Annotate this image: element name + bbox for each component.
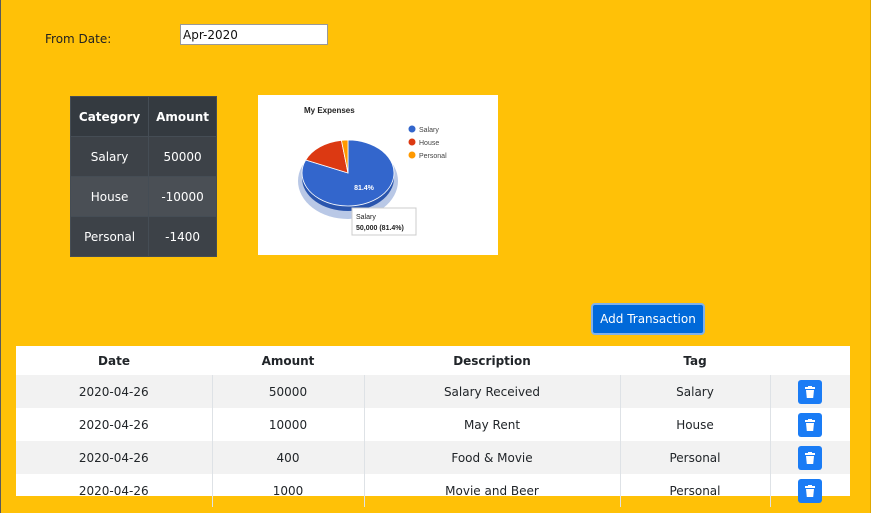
tx-date: 2020-04-26: [16, 441, 213, 474]
tx-actions: [770, 375, 850, 408]
tx-tag: Personal: [620, 474, 771, 507]
tx-header-date: Date: [98, 353, 130, 368]
tx-actions: [770, 408, 850, 441]
tx-tag: Salary: [620, 375, 771, 408]
tx-description: Movie and Beer: [364, 474, 621, 507]
summary-header-category: Category: [69, 96, 150, 137]
tx-header-description: Description: [453, 353, 531, 368]
summary-category: House: [69, 176, 150, 217]
from-date-label: From Date:: [45, 32, 112, 46]
table-row: 2020-04-26 50000 Salary Received Salary: [16, 375, 850, 408]
delete-transaction-button[interactable]: [798, 478, 823, 503]
legend-label: Personal: [419, 153, 447, 160]
summary-category: Salary: [69, 136, 150, 177]
summary-amount: 50000: [148, 136, 217, 177]
table-row: 2020-04-26 400 Food & Movie Personal: [16, 441, 850, 474]
delete-transaction-button[interactable]: [798, 445, 823, 470]
tx-header-tag: Tag: [683, 353, 707, 368]
legend-swatch: [408, 151, 416, 159]
tx-amount: 400: [212, 441, 365, 474]
slice-percent-label: 81.4%: [354, 185, 375, 192]
tx-description: Food & Movie: [364, 441, 621, 474]
tx-tag: Personal: [620, 441, 771, 474]
chart-legend: Salary House Personal: [408, 125, 447, 160]
summary-row: House -10000: [69, 176, 217, 217]
legend-swatch: [408, 138, 416, 146]
trash-icon: [805, 418, 816, 431]
tooltip-value: 50,000 (81.4%): [356, 225, 404, 232]
tx-amount: 1000: [212, 474, 365, 507]
tx-header-actions: [770, 346, 850, 375]
pie-slices: [301, 139, 395, 207]
tooltip-name: Salary: [356, 214, 376, 221]
tx-date: 2020-04-26: [16, 474, 213, 507]
summary-amount: -10000: [148, 176, 217, 217]
trash-icon: [805, 385, 816, 398]
tx-actions: [770, 474, 850, 507]
chart-title: My Expenses: [304, 106, 355, 115]
trash-icon: [805, 484, 816, 497]
category-summary-table: Category Amount Salary 50000 House -1000…: [69, 96, 217, 257]
add-transaction-button[interactable]: Add Transaction: [591, 303, 705, 335]
legend-label: House: [419, 140, 439, 147]
tx-description: May Rent: [364, 408, 621, 441]
transactions-panel: Date Amount Description Tag 2020-04-26 50…: [16, 346, 850, 507]
trash-icon: [805, 451, 816, 464]
from-date-input[interactable]: [180, 24, 328, 45]
tx-date: 2020-04-26: [16, 408, 213, 441]
tx-actions: [770, 441, 850, 474]
transactions-table: Date Amount Description Tag 2020-04-26 50…: [16, 346, 850, 507]
table-row: 2020-04-26 1000 Movie and Beer Personal: [16, 474, 850, 507]
delete-transaction-button[interactable]: [798, 412, 823, 437]
tx-header-amount: Amount: [261, 353, 315, 368]
tx-date: 2020-04-26: [16, 375, 213, 408]
window-border-left: [0, 0, 1, 513]
table-row: 2020-04-26 10000 May Rent House: [16, 408, 850, 441]
tx-description: Salary Received: [364, 375, 621, 408]
summary-row: Salary 50000: [69, 136, 217, 177]
legend-swatch: [408, 125, 416, 133]
expenses-pie-chart[interactable]: My Expenses 81.4% Salary House Personal Sa…: [258, 95, 498, 255]
summary-category: Personal: [69, 216, 150, 257]
legend-label: Salary: [419, 127, 439, 134]
summary-row: Personal -1400: [69, 216, 217, 257]
summary-header-amount: Amount: [148, 96, 217, 137]
summary-amount: -1400: [148, 216, 217, 257]
tx-amount: 10000: [212, 408, 365, 441]
tx-tag: House: [620, 408, 771, 441]
pie-chart-svg: My Expenses 81.4% Salary House Personal Sa…: [298, 106, 447, 236]
tx-amount: 50000: [212, 375, 365, 408]
delete-transaction-button[interactable]: [798, 379, 823, 404]
